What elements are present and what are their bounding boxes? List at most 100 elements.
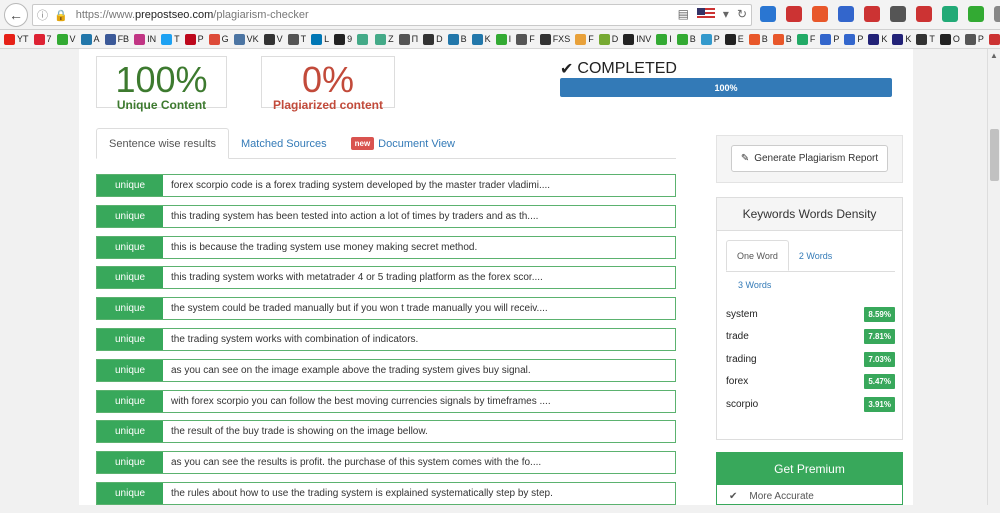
- keyword-word: scorpio: [726, 398, 759, 410]
- bookmark-label: K: [881, 34, 888, 44]
- generate-report-button[interactable]: ✎ Generate Plagiarism Report: [731, 145, 888, 172]
- sentence-text: forex scorpio code is a forex trading sy…: [171, 180, 551, 191]
- bookmark-item[interactable]: [357, 33, 370, 45]
- bookmark-item[interactable]: L: [311, 33, 330, 45]
- bookmark-item[interactable]: E: [724, 33, 744, 45]
- bookmark-item[interactable]: I: [656, 33, 672, 45]
- scroll-up-icon[interactable]: ▲: [990, 51, 998, 60]
- bookmark-label: K: [905, 34, 912, 44]
- bookmark-item[interactable]: YT: [4, 33, 29, 45]
- browser-toolbar: ← ⓘ 🔒 https://www.prepostseo.com/plagiar…: [0, 0, 1000, 30]
- bookmark-item[interactable]: P: [700, 33, 720, 45]
- info-icon[interactable]: ⓘ: [37, 7, 48, 23]
- bookmark-item[interactable]: K: [471, 33, 491, 45]
- url-path: /plagiarism-checker: [213, 9, 309, 21]
- bookmark-label: B: [460, 34, 467, 44]
- flag-icon[interactable]: [696, 8, 715, 20]
- bookmark-item[interactable]: K: [868, 33, 888, 45]
- bookmark-item[interactable]: B: [772, 33, 792, 45]
- pocket-icon[interactable]: [890, 6, 906, 22]
- sentence-text: the result of the buy trade is showing o…: [171, 426, 428, 438]
- address-bar[interactable]: ⓘ 🔒 https://www.prepostseo.com/plagiaris…: [32, 4, 752, 26]
- bookmark-favicon-icon: [334, 33, 346, 45]
- keyword-percentage: 7.81%: [864, 329, 895, 345]
- bookmark-item[interactable]: A: [80, 33, 100, 45]
- bookmark-item[interactable]: Z: [375, 33, 394, 45]
- tab-three-words[interactable]: 3 Words: [738, 280, 771, 290]
- bookmark-favicon-icon: [676, 33, 688, 45]
- shield-icon[interactable]: [864, 6, 880, 22]
- back-arrow-icon[interactable]: ←: [4, 2, 28, 27]
- urlbar-icons: ▤ ▾ ↻: [678, 7, 747, 21]
- bookmark-label: F: [588, 34, 594, 44]
- unique-badge: unique: [97, 236, 163, 258]
- bookmark-item[interactable]: FXS: [539, 33, 570, 45]
- report-panel: ✎ Generate Plagiarism Report: [716, 135, 903, 183]
- mail-icon[interactable]: [916, 6, 932, 22]
- bookmark-item[interactable]: T: [287, 33, 306, 45]
- bookmark-item[interactable]: P: [988, 33, 1000, 45]
- bookmark-item[interactable]: G: [208, 33, 229, 45]
- bookmark-item[interactable]: I: [495, 33, 511, 45]
- bookmark-label: 9: [347, 34, 353, 44]
- extension-icon[interactable]: [812, 6, 828, 22]
- dropdown-icon[interactable]: ▾: [723, 7, 729, 21]
- bookmark-item[interactable]: T: [916, 33, 935, 45]
- bookmark-favicon-icon: [447, 33, 459, 45]
- tab-two-words[interactable]: 2 Words: [789, 240, 842, 271]
- bookmark-favicon-icon: [471, 33, 483, 45]
- bookmark-item[interactable]: D: [598, 33, 618, 45]
- bookmark-item[interactable]: F: [575, 33, 594, 45]
- tab-one-word[interactable]: One Word: [726, 240, 789, 271]
- bookmark-favicon-icon: [748, 33, 760, 45]
- bookmark-item[interactable]: V: [56, 33, 76, 45]
- bookmark-item[interactable]: 9: [334, 33, 353, 45]
- bookmark-item[interactable]: F: [796, 33, 815, 45]
- reader-view-icon[interactable]: ▤: [678, 7, 689, 21]
- scrollbar-thumb[interactable]: [990, 129, 999, 181]
- bookmark-item[interactable]: P: [820, 33, 839, 45]
- bookmark-label: L: [324, 34, 330, 44]
- bookmark-item[interactable]: B: [748, 33, 768, 45]
- tab-document-view[interactable]: new Document View: [339, 128, 467, 159]
- result-row: unique with forex scorpio you can follow …: [96, 389, 676, 413]
- bookmark-item[interactable]: F: [516, 33, 535, 45]
- keyword-percentage: 7.03%: [864, 351, 895, 367]
- result-row: unique forex scorpio code is a forex trad…: [96, 174, 676, 197]
- keyword-item: trading 7.03%: [726, 348, 895, 371]
- menu-icon[interactable]: [994, 6, 1000, 22]
- bookmark-item[interactable]: P: [184, 33, 204, 45]
- bookmark-item[interactable]: D: [423, 33, 443, 45]
- bookmark-item[interactable]: П: [398, 33, 418, 45]
- bookmark-label: FB: [117, 34, 130, 44]
- bookmark-item[interactable]: P: [964, 33, 984, 45]
- bookmark-label: V: [69, 34, 76, 44]
- progress-bar: 100%: [560, 78, 892, 97]
- bookmark-item[interactable]: T: [161, 33, 180, 45]
- scrollbar[interactable]: ▲: [987, 49, 1000, 505]
- bookmark-favicon-icon: [134, 33, 146, 45]
- bookmark-item[interactable]: B: [447, 33, 467, 45]
- premium-panel: Get Premium ✔ More Accurate: [716, 452, 903, 505]
- sentence-text: this is because the trading system use m…: [171, 241, 478, 253]
- bookmark-item[interactable]: O: [939, 33, 960, 45]
- reload-icon[interactable]: ↻: [737, 7, 747, 21]
- extension-icon[interactable]: [786, 6, 802, 22]
- bookmark-item[interactable]: K: [892, 33, 912, 45]
- bookmark-favicon-icon: [892, 33, 904, 45]
- bookmark-item[interactable]: FB: [104, 33, 130, 45]
- bookmark-icon[interactable]: [838, 6, 854, 22]
- download-icon[interactable]: [760, 6, 776, 22]
- bookmark-item[interactable]: 7: [33, 33, 52, 45]
- bookmark-item[interactable]: P: [844, 33, 863, 45]
- tab-matched-sources[interactable]: Matched Sources: [229, 128, 339, 159]
- extension-icon[interactable]: [942, 6, 958, 22]
- bookmark-item[interactable]: V: [263, 33, 283, 45]
- extension-icon[interactable]: [968, 6, 984, 22]
- tab-sentence-wise[interactable]: Sentence wise results: [96, 128, 229, 159]
- premium-title[interactable]: Get Premium: [717, 453, 902, 485]
- bookmark-item[interactable]: IN: [134, 33, 156, 45]
- bookmark-item[interactable]: VK: [233, 33, 259, 45]
- bookmark-item[interactable]: B: [676, 33, 696, 45]
- bookmark-item[interactable]: INV: [623, 33, 651, 45]
